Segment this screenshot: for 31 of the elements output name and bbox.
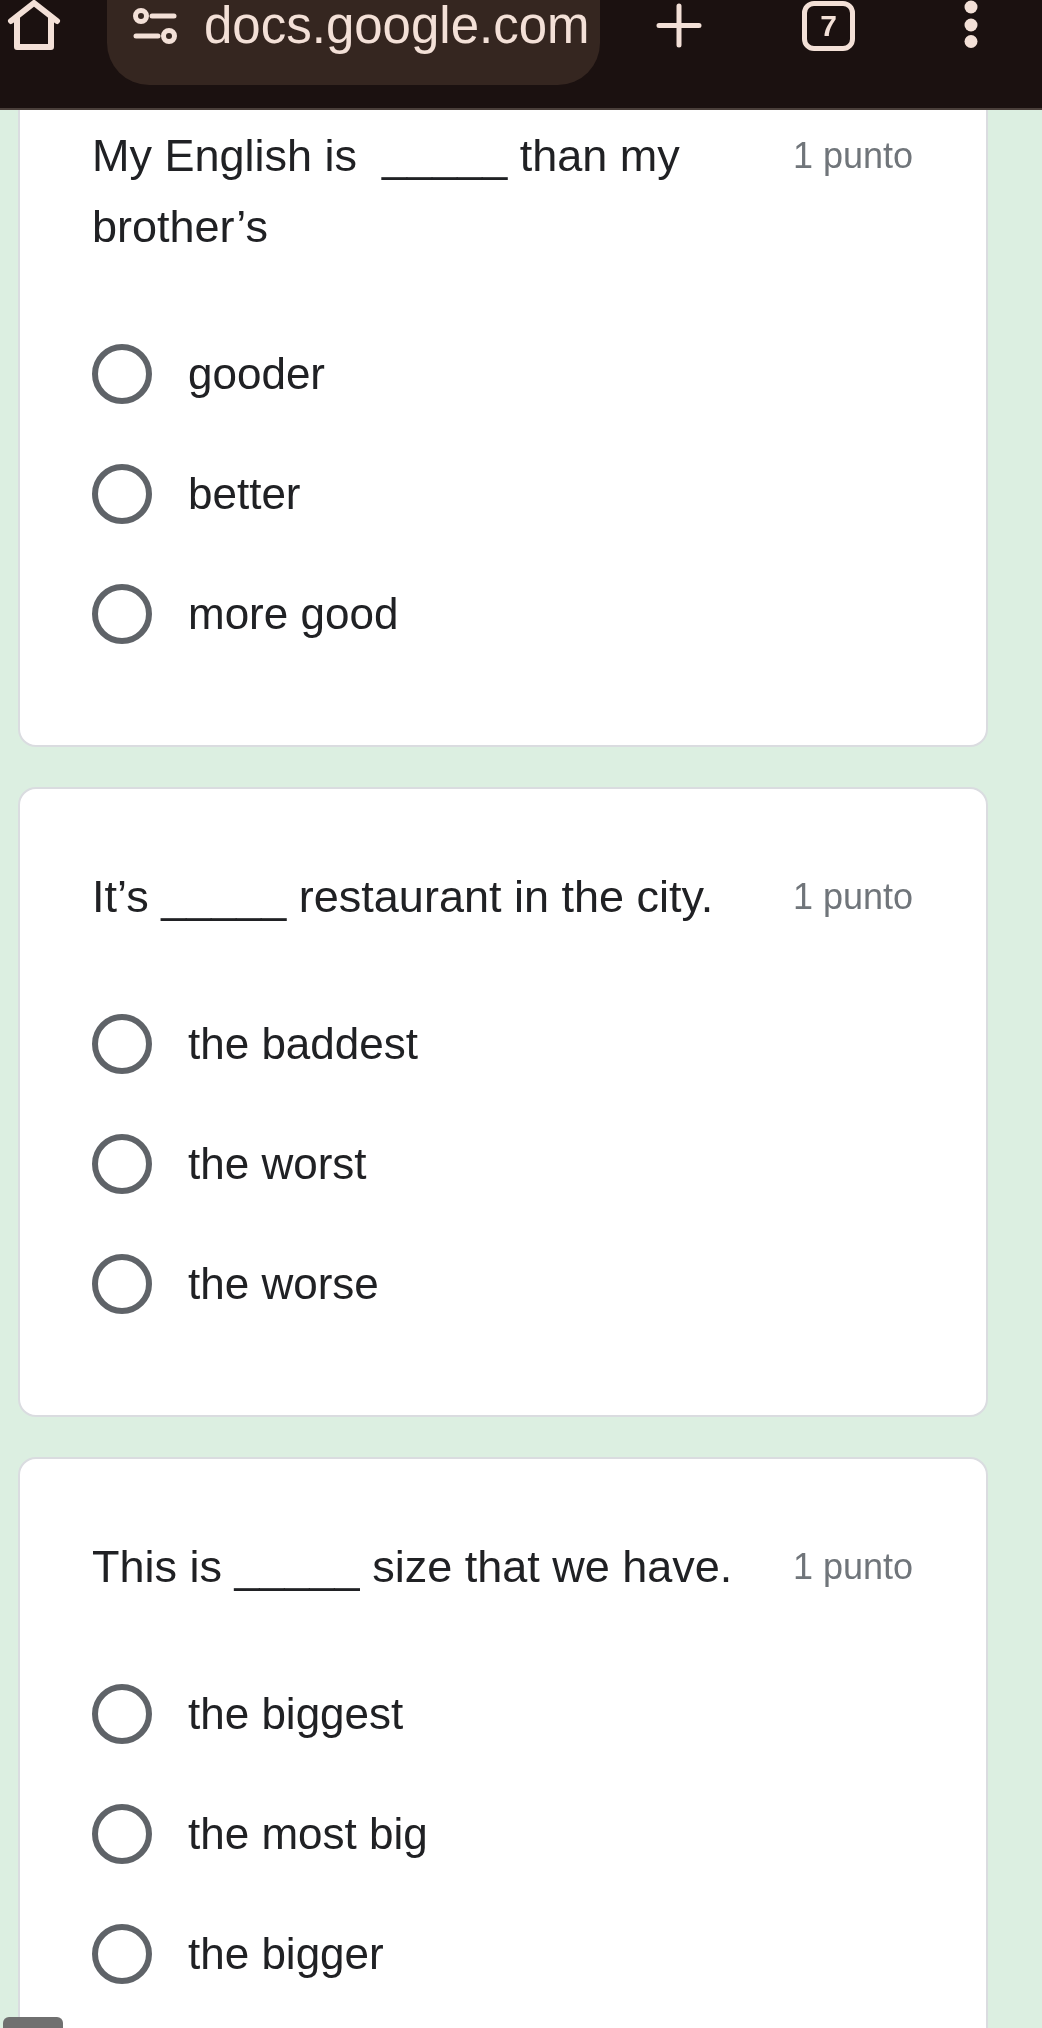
option-label[interactable]: more good (188, 588, 399, 640)
sliders-icon[interactable] (133, 8, 177, 44)
tab-switcher-button[interactable]: 7 (802, 1, 855, 51)
plus-icon[interactable] (655, 3, 703, 48)
menu-icon[interactable] (962, 0, 980, 48)
option-label[interactable]: the worse (188, 1258, 379, 1310)
option-label[interactable]: better (188, 468, 301, 520)
radio-button[interactable] (92, 1014, 152, 1074)
points-label: 1 punto (792, 1545, 913, 1589)
question-text: My English is _____ than my brother’s (92, 129, 681, 254)
radio-button[interactable] (92, 1134, 152, 1194)
radio-button[interactable] (92, 1924, 152, 1984)
option-label[interactable]: the worst (188, 1138, 367, 1190)
drag-handle[interactable] (3, 2017, 63, 2028)
radio-button[interactable] (92, 464, 152, 524)
radio-button[interactable] (92, 584, 152, 644)
radio-button[interactable] (92, 1684, 152, 1744)
option-label[interactable]: the most big (188, 1808, 428, 1860)
home-icon[interactable] (7, 0, 61, 51)
radio-button[interactable] (92, 1254, 152, 1314)
option-label[interactable]: the baddest (188, 1018, 418, 1070)
question-text: This is _____ size that we have. (92, 1540, 734, 1594)
option-label[interactable]: gooder (188, 348, 325, 400)
address-bar[interactable]: docs.google.com (107, 0, 600, 85)
option-label[interactable]: the biggest (188, 1688, 404, 1740)
points-label: 1 punto (792, 875, 913, 919)
radio-button[interactable] (92, 1804, 152, 1864)
question-text: It’s _____ restaurant in the city. (92, 870, 715, 924)
option-label[interactable]: the bigger (188, 1928, 384, 1980)
radio-button[interactable] (92, 344, 152, 404)
points-label: 1 punto (792, 134, 913, 178)
